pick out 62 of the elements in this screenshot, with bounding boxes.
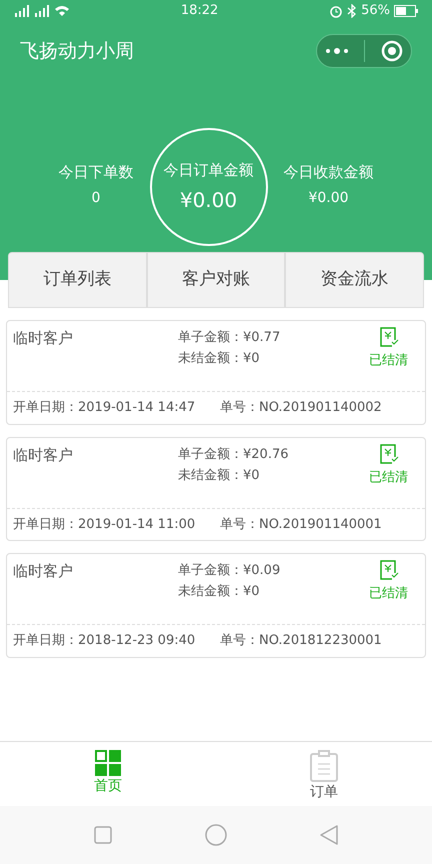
- field-value: 2019-01-14 11:00: [78, 516, 196, 534]
- status-time: 18:22: [180, 2, 218, 20]
- stat-label: 今日收款金额: [284, 162, 374, 184]
- field-label: 未结金额：: [178, 583, 243, 601]
- field-value: NO.201901140002: [259, 399, 382, 417]
- field-value: NO.201812230001: [259, 632, 382, 650]
- back-icon[interactable]: [318, 824, 339, 846]
- field-label: 开单日期：: [13, 516, 78, 534]
- menu-capsule[interactable]: [316, 34, 412, 68]
- field-label: 单子金额：: [178, 446, 243, 464]
- field-value: ¥0.77: [243, 329, 280, 347]
- customer-name: 临时客户: [13, 444, 74, 466]
- field-label: 开单日期：: [13, 632, 78, 650]
- stat-label: 今日订单金额: [164, 160, 254, 181]
- paid-icon: [378, 327, 398, 347]
- grid-icon: [95, 750, 121, 776]
- field-label: 单子金额：: [178, 562, 243, 580]
- status-label: 已结清: [369, 352, 408, 370]
- tab-button[interactable]: 客户对账: [146, 252, 286, 308]
- field-label: 未结金额：: [178, 466, 243, 484]
- signal-icon: [14, 5, 30, 17]
- page-title: 飞扬动力小周: [20, 38, 134, 64]
- stat-value: ¥0.00: [308, 188, 349, 208]
- status-label: 已结清: [369, 468, 408, 486]
- battery-percent: 56%: [361, 2, 390, 20]
- order-card[interactable]: 临时客户 单子金额：¥0.09 未结金额：¥0 已结清 开单日期：2018-12-23 09:40 单号：NO.201812230001: [6, 553, 426, 658]
- bluetooth-icon: [347, 4, 358, 18]
- paid-icon: [378, 560, 398, 580]
- field-label: 单号：: [220, 632, 259, 650]
- field-value: ¥0: [243, 583, 260, 601]
- field-label: 开单日期：: [13, 399, 78, 417]
- customer-name: 临时客户: [13, 328, 74, 349]
- stat-value: 0: [92, 188, 100, 208]
- wifi-icon: [54, 5, 70, 17]
- field-label: 未结金额：: [178, 350, 243, 368]
- field-value: ¥20.76: [243, 446, 288, 464]
- signal-icon: [34, 5, 50, 17]
- recents-icon[interactable]: [93, 825, 114, 845]
- field-value: ¥0.09: [243, 562, 280, 580]
- paid-icon: [378, 444, 398, 464]
- tab-button[interactable]: 资金流水: [285, 252, 424, 308]
- status-label: 已结清: [369, 585, 408, 603]
- field-value: ¥0: [243, 466, 260, 484]
- stat-label: 今日下单数: [58, 162, 134, 184]
- field-value: ¥0: [243, 350, 260, 368]
- field-value: NO.201901140001: [259, 516, 382, 534]
- field-value: 2018-12-23 09:40: [78, 632, 196, 650]
- field-label: 单号：: [220, 399, 259, 417]
- customer-name: 临时客户: [13, 561, 74, 582]
- tab-button[interactable]: 订单列表: [8, 252, 147, 308]
- field-label: 单子金额：: [178, 329, 243, 347]
- order-card[interactable]: 临时客户 单子金额：¥20.76 未结金额：¥0 已结清 开单日期：2019-01-14 11:00 单号：NO.201901140001: [6, 436, 426, 541]
- home-icon[interactable]: [204, 823, 228, 847]
- alarm-icon: [329, 4, 344, 18]
- stat-value: ¥0.00: [180, 187, 238, 214]
- tab-bar-item[interactable]: 订单: [216, 742, 432, 806]
- field-label: 单号：: [220, 516, 259, 534]
- battery-icon: [394, 5, 418, 17]
- more-icon[interactable]: [324, 47, 349, 55]
- order-card[interactable]: 临时客户 单子金额：¥0.77 未结金额：¥0 已结清 开单日期：2019-01-14 14:47 单号：NO.201901140002: [6, 320, 426, 424]
- field-value: 2019-01-14 14:47: [78, 399, 196, 417]
- clipboard-icon: [310, 750, 338, 782]
